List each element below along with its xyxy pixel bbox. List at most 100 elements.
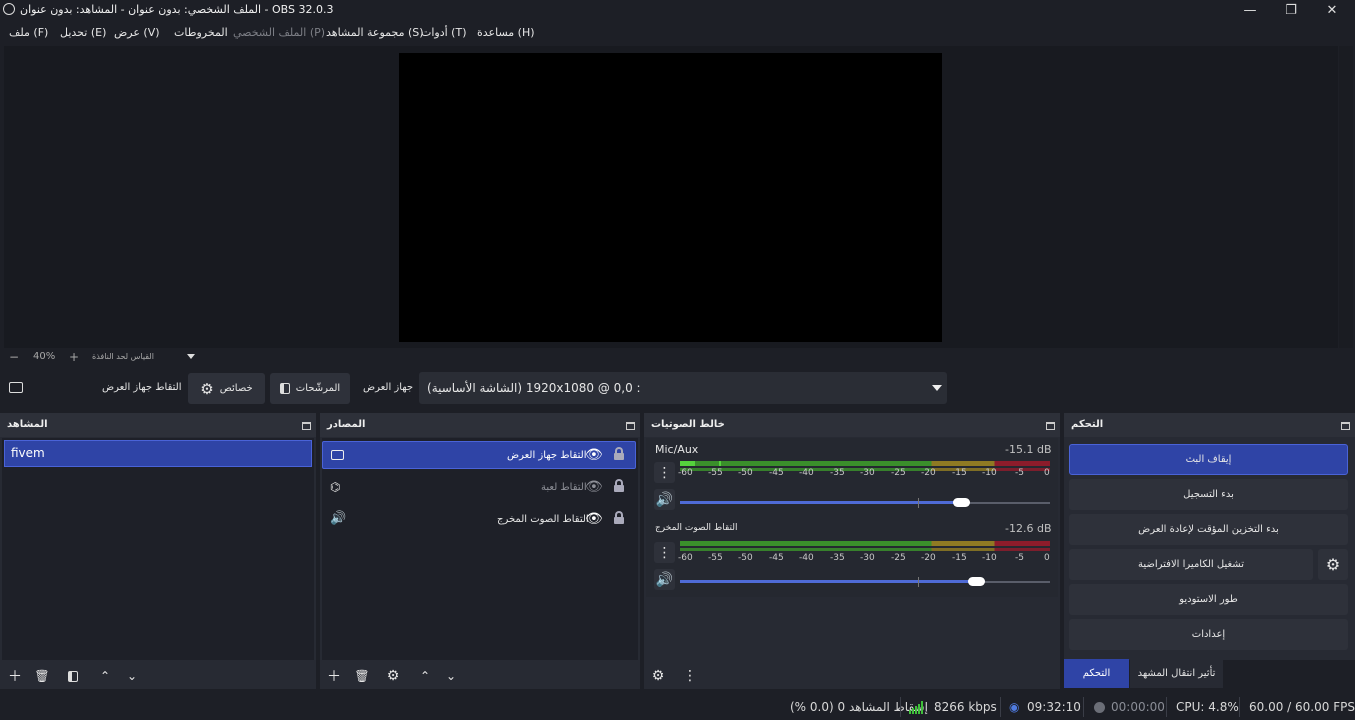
meter-tick-label: 0 <box>1044 468 1050 478</box>
eye-icon[interactable]: 👁 <box>585 511 603 527</box>
remove-scene-button[interactable]: 🗑 <box>34 669 50 683</box>
meter-tick-label: -15 <box>952 468 967 478</box>
scenes-list[interactable] <box>2 438 314 660</box>
scene-filters-icon[interactable] <box>65 669 81 683</box>
move-down-icon[interactable]: ⌄ <box>443 669 459 683</box>
source-properties-gear-icon[interactable]: ⚙ <box>385 668 401 684</box>
scene-item-label: fivem <box>11 446 45 460</box>
dropped-frames: إسقاط المشاهد 0 (0.0 %) <box>790 700 928 714</box>
gamepad-icon: ⌬ <box>330 480 341 494</box>
speaker-icon: 🔊 <box>330 511 347 526</box>
start-virtual-camera-button[interactable]: تشغيل الكاميرا الافتراضية <box>1069 549 1313 580</box>
status-separator <box>1000 697 1001 717</box>
filter-icon <box>279 383 290 394</box>
meter-tick-label: -60 <box>678 468 693 478</box>
lock-icon[interactable] <box>614 479 624 492</box>
meter-tick-label: -20 <box>921 468 936 478</box>
meter-scale: -60 -55 -50 -45 -40 -35 -30 -25 -20 -15 … <box>678 468 1052 478</box>
fader-unity-mark <box>918 498 919 508</box>
volume-slider-handle[interactable] <box>968 577 985 586</box>
add-scene-button[interactable]: ＋ <box>7 669 23 685</box>
tab-scene-transitions[interactable]: تأثير انتقال المشهد <box>1130 659 1223 688</box>
menu-profile[interactable]: الملف الشخصي (P) <box>233 26 325 39</box>
menu-scene-collection[interactable]: مجموعة المشاهد (S) <box>326 26 424 39</box>
add-source-button[interactable]: ＋ <box>326 669 342 685</box>
menu-docks[interactable]: المخروطات <box>174 26 228 39</box>
speaker-mute-icon[interactable]: 🔊 <box>654 489 675 510</box>
tab-controls[interactable]: التحكم <box>1064 659 1129 688</box>
meter-tick-label: -60 <box>678 553 693 563</box>
undock-icon[interactable] <box>1341 422 1350 430</box>
close-button[interactable]: ✕ <box>1312 0 1352 20</box>
filters-button[interactable]: المرشّحات <box>270 373 350 404</box>
maximize-button[interactable]: ❐ <box>1271 0 1311 20</box>
zoom-out-button[interactable]: − <box>9 350 19 364</box>
sources-list[interactable] <box>322 438 638 660</box>
streaming-icon: ◉ <box>1009 700 1020 714</box>
meter-scale: -60 -55 -50 -45 -40 -35 -30 -25 -20 -15 … <box>678 553 1052 563</box>
lock-icon[interactable] <box>614 511 624 524</box>
meter-tick-label: -50 <box>738 553 753 563</box>
undock-icon[interactable] <box>1046 422 1055 430</box>
volume-slider-fill <box>680 580 976 583</box>
sources-dock-title: المصادر <box>327 419 366 430</box>
studio-mode-button[interactable]: طور الاستوديو <box>1069 584 1348 615</box>
active-source-name: التقاط جهاز العرض <box>102 382 182 393</box>
audio-meter <box>680 548 1050 551</box>
properties-button[interactable]: ⚙ خصائص <box>188 373 265 404</box>
meter-tick-label: -55 <box>708 468 723 478</box>
eye-icon[interactable]: 👁 <box>585 447 603 463</box>
start-replay-buffer-button[interactable]: بدء التخزين المؤقت لإعادة العرض <box>1069 514 1348 545</box>
meter-tick-label: -25 <box>891 468 906 478</box>
network-signal-icon <box>909 701 924 714</box>
start-recording-button[interactable]: بدء التسجيل <box>1069 479 1348 510</box>
virtual-camera-gear-icon[interactable]: ⚙ <box>1318 549 1348 580</box>
channel-menu-icon[interactable]: ⋮ <box>654 542 675 563</box>
settings-button[interactable]: إعدادات <box>1069 619 1348 650</box>
meter-tick-label: -30 <box>860 468 875 478</box>
scene-item[interactable] <box>4 440 312 467</box>
channel-db: -15.1 dB <box>1005 443 1052 456</box>
menu-view[interactable]: عرض (V) <box>114 26 160 39</box>
fps: 60.00 / 60.00 FPS <box>1249 700 1355 714</box>
meter-tick-label: 0 <box>1044 553 1050 563</box>
display-select-value: (الشاشة الأساسية) 1920x1080 @ 0,0 : <box>427 381 641 395</box>
lock-icon[interactable] <box>614 447 624 460</box>
mixer-settings-gear-icon[interactable]: ⚙ <box>650 668 666 684</box>
move-up-icon[interactable]: ⌃ <box>97 669 113 683</box>
status-separator <box>1166 697 1167 717</box>
meter-tick-label: -10 <box>982 553 997 563</box>
menu-help[interactable]: مساعدة (H) <box>477 26 535 39</box>
menu-file[interactable]: ملف (F) <box>9 26 48 39</box>
remove-source-button[interactable]: 🗑 <box>354 669 370 683</box>
scale-dropdown-icon[interactable] <box>187 354 195 359</box>
eye-hidden-icon[interactable]: 👁 <box>585 479 603 495</box>
preview-canvas[interactable] <box>399 53 942 342</box>
zoom-level: 40% <box>33 351 56 362</box>
chevron-down-icon[interactable] <box>926 372 947 404</box>
move-up-icon[interactable]: ⌃ <box>417 669 433 683</box>
meter-tick-label: -35 <box>830 553 845 563</box>
meter-tick-label: -35 <box>830 468 845 478</box>
audio-meter <box>680 541 1050 546</box>
channel-menu-icon[interactable]: ⋮ <box>654 462 675 483</box>
menu-tools[interactable]: أدوات (T) <box>421 26 467 39</box>
channel-name: Mic/Aux <box>655 443 699 456</box>
undock-icon[interactable] <box>626 422 635 430</box>
move-down-icon[interactable]: ⌄ <box>124 669 140 683</box>
mixer-menu-icon[interactable]: ⋮ <box>682 668 698 684</box>
undock-icon[interactable] <box>302 422 311 430</box>
mixer-channel <box>646 438 1058 520</box>
speaker-mute-icon[interactable]: 🔊 <box>654 569 675 590</box>
stop-streaming-button[interactable]: إيقاف البث <box>1069 444 1348 475</box>
meter-tick-label: -40 <box>799 553 814 563</box>
volume-slider-handle[interactable] <box>953 498 970 507</box>
minimize-button[interactable]: — <box>1230 0 1270 20</box>
zoom-in-button[interactable]: + <box>69 350 79 364</box>
record-time: 00:00:00 <box>1111 700 1165 714</box>
menu-edit[interactable]: تحديل (E) <box>60 26 106 39</box>
preview-scrollbar[interactable] <box>1339 46 1353 348</box>
filters-label: المرشّحات <box>295 383 341 394</box>
meter-tick-label: -40 <box>799 468 814 478</box>
scale-mode-label[interactable]: القياس لحد النافذة <box>92 352 154 361</box>
